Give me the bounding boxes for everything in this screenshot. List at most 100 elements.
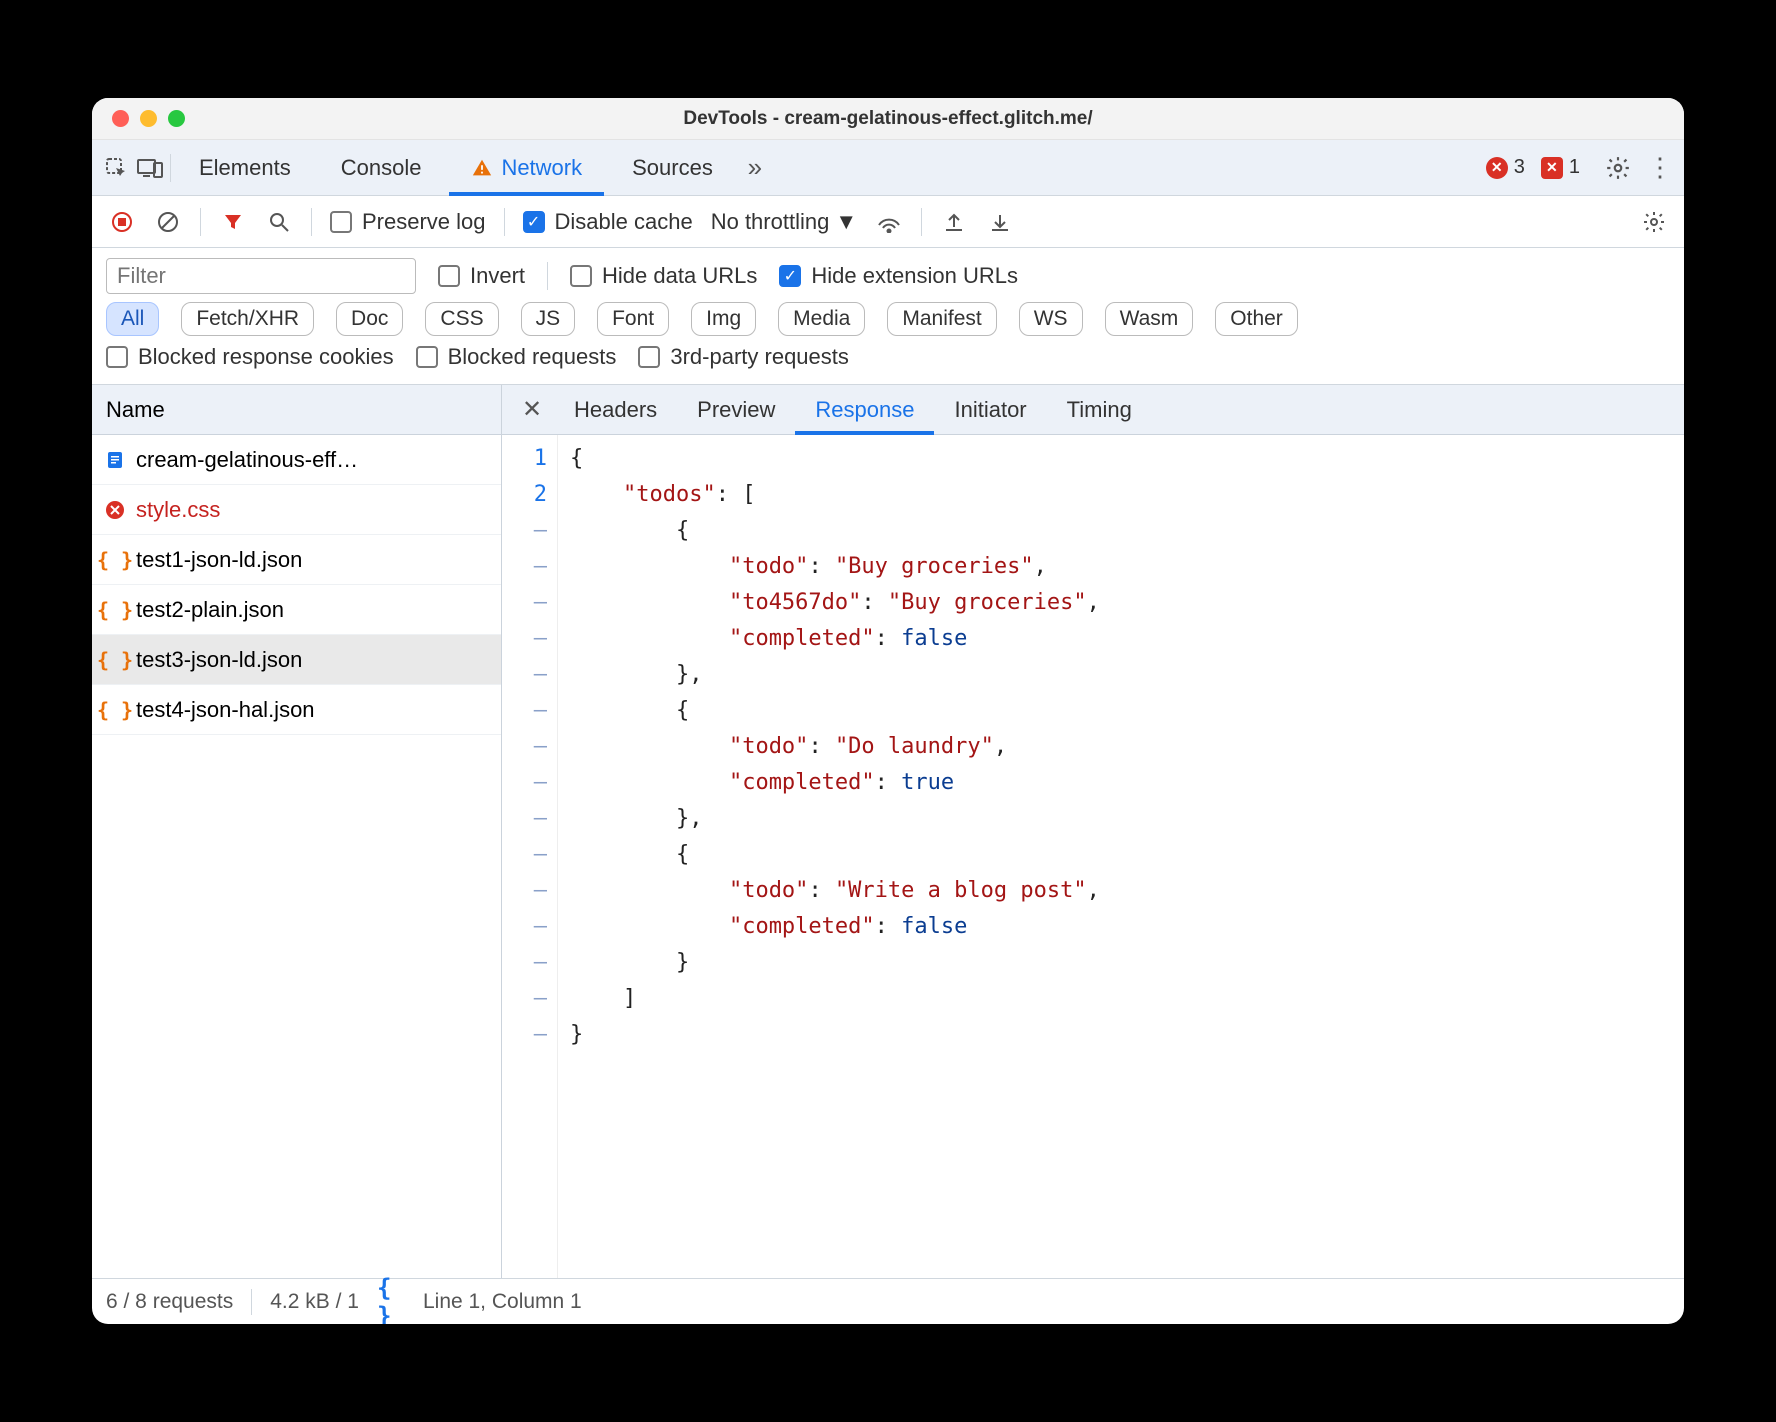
blocked-cookies-checkbox[interactable]: Blocked response cookies [106, 344, 394, 370]
disable-cache-checkbox[interactable]: ✓ Disable cache [523, 209, 693, 235]
request-name: test4-json-hal.json [136, 697, 315, 723]
type-pill-wasm[interactable]: Wasm [1105, 302, 1194, 336]
request-list-header[interactable]: Name [92, 385, 501, 435]
kebab-menu-icon[interactable]: ⋮ [1646, 154, 1674, 182]
tab-label: Preview [697, 397, 775, 423]
clear-icon[interactable] [154, 208, 182, 236]
error-badge[interactable]: ✕ 3 [1486, 156, 1525, 179]
tab-label: Initiator [954, 397, 1026, 423]
device-toolbar-icon[interactable] [136, 154, 164, 182]
devtools-window: DevTools - cream-gelatinous-effect.glitc… [92, 98, 1684, 1324]
type-pill-media[interactable]: Media [778, 302, 865, 336]
throttling-select[interactable]: No throttling▼ [711, 209, 857, 235]
filter-input[interactable] [106, 258, 416, 294]
response-body[interactable]: 12––––––––––––––– { "todos": [ { "todo":… [502, 435, 1684, 1278]
blocked-requests-checkbox[interactable]: Blocked requests [416, 344, 617, 370]
request-row[interactable]: { } test4-json-hal.json [92, 685, 501, 735]
checkbox-label: Blocked requests [448, 344, 617, 370]
type-pill-ws[interactable]: WS [1019, 302, 1083, 336]
hide-data-urls-checkbox[interactable]: Hide data URLs [570, 263, 757, 289]
type-pill-font[interactable]: Font [597, 302, 669, 336]
type-pill-fetchxhr[interactable]: Fetch/XHR [181, 302, 314, 336]
status-bar: 6 / 8 requests 4.2 kB / 1 { } Line 1, Co… [92, 1278, 1684, 1324]
tab-headers[interactable]: Headers [554, 385, 677, 434]
network-toolbar: Preserve log ✓ Disable cache No throttlin… [92, 196, 1684, 248]
checkbox-label: Hide data URLs [602, 263, 757, 289]
pretty-print-icon[interactable]: { } [377, 1288, 405, 1316]
checkbox-icon [330, 211, 352, 233]
divider [170, 154, 171, 182]
error-count: 3 [1514, 156, 1525, 179]
type-pill-doc[interactable]: Doc [336, 302, 403, 336]
line-number-gutter[interactable]: 12––––––––––––––– [502, 435, 558, 1278]
settings-icon[interactable] [1604, 154, 1632, 182]
json-icon: { } [104, 549, 126, 571]
code-content[interactable]: { "todos": [ { "todo": "Buy groceries", … [558, 435, 1100, 1278]
tab-label: Response [815, 397, 914, 423]
checkbox-icon [106, 346, 128, 368]
request-row[interactable]: { }test2-plain.json [92, 585, 501, 635]
record-icon[interactable] [108, 208, 136, 236]
window-title: DevTools - cream-gelatinous-effect.glitc… [92, 108, 1684, 130]
throttling-value: No throttling [711, 209, 830, 235]
type-pill-other[interactable]: Other [1215, 302, 1298, 336]
third-party-checkbox[interactable]: 3rd-party requests [638, 344, 849, 370]
tab-sources[interactable]: Sources [610, 140, 735, 195]
checkbox-label: Preserve log [362, 209, 486, 235]
type-pill-manifest[interactable]: Manifest [887, 302, 996, 336]
tab-response[interactable]: Response [795, 386, 934, 435]
detail-tabstrip: ✕ Headers Preview Response Initiator Tim… [502, 385, 1684, 435]
tab-label: Timing [1067, 397, 1132, 423]
invert-checkbox[interactable]: Invert [438, 263, 525, 289]
request-row[interactable]: style.css [92, 485, 501, 535]
request-name: cream-gelatinous-eff… [136, 447, 358, 473]
tab-initiator[interactable]: Initiator [934, 385, 1046, 434]
filter-bar: Invert Hide data URLs ✓ Hide extension UR… [92, 248, 1684, 385]
request-row[interactable]: cream-gelatinous-eff… [92, 435, 501, 485]
request-row[interactable]: { } test3-json-ld.json [92, 635, 501, 685]
checkbox-icon [438, 265, 460, 287]
preserve-log-checkbox[interactable]: Preserve log [330, 209, 486, 235]
search-icon[interactable] [265, 208, 293, 236]
tab-timing[interactable]: Timing [1047, 385, 1152, 434]
transfer-size: 4.2 kB / 1 [270, 1290, 359, 1314]
request-name: style.css [136, 497, 220, 523]
json-icon: { } [104, 699, 126, 721]
hide-extension-urls-checkbox[interactable]: ✓ Hide extension URLs [779, 263, 1018, 289]
request-row[interactable]: { } test1-json-ld.json [92, 535, 501, 585]
checkbox-label: 3rd-party requests [670, 344, 849, 370]
filter-icon[interactable] [219, 208, 247, 236]
type-pill-all[interactable]: All [106, 302, 159, 336]
tab-label: Console [341, 155, 422, 181]
column-header: Name [106, 397, 165, 423]
type-pill-img[interactable]: Img [691, 302, 756, 336]
request-name: test3-json-ld.json [136, 647, 302, 673]
tab-elements[interactable]: Elements [177, 140, 313, 195]
tab-console[interactable]: Console [319, 140, 444, 195]
tab-label: Sources [632, 155, 713, 181]
panel-settings-icon[interactable] [1640, 208, 1668, 236]
download-har-icon[interactable] [986, 208, 1014, 236]
checkbox-icon: ✓ [779, 265, 801, 287]
split-pane: Name cream-gelatinous-eff…style.css{ }te… [92, 385, 1684, 1278]
checkbox-label: Hide extension URLs [811, 263, 1018, 289]
request-list: Name cream-gelatinous-eff…style.css{ }te… [92, 385, 502, 1278]
close-window[interactable] [112, 110, 129, 127]
titlebar: DevTools - cream-gelatinous-effect.glitc… [92, 98, 1684, 140]
upload-har-icon[interactable] [940, 208, 968, 236]
minimize-window[interactable] [140, 110, 157, 127]
inspect-icon[interactable] [102, 154, 130, 182]
request-name: test1-json-ld.json [136, 547, 302, 573]
more-tabs-icon[interactable]: » [741, 154, 769, 182]
close-detail-icon[interactable]: ✕ [510, 395, 554, 424]
checkbox-label: Disable cache [555, 209, 693, 235]
tab-network[interactable]: Network [449, 141, 604, 196]
tab-preview[interactable]: Preview [677, 385, 795, 434]
type-pill-js[interactable]: JS [521, 302, 576, 336]
network-conditions-icon[interactable] [875, 208, 903, 236]
issue-badge[interactable]: ✕ 1 [1541, 156, 1580, 179]
checkbox-icon: ✓ [523, 211, 545, 233]
zoom-window[interactable] [168, 110, 185, 127]
json-icon: { } [104, 649, 126, 671]
type-pill-css[interactable]: CSS [425, 302, 498, 336]
